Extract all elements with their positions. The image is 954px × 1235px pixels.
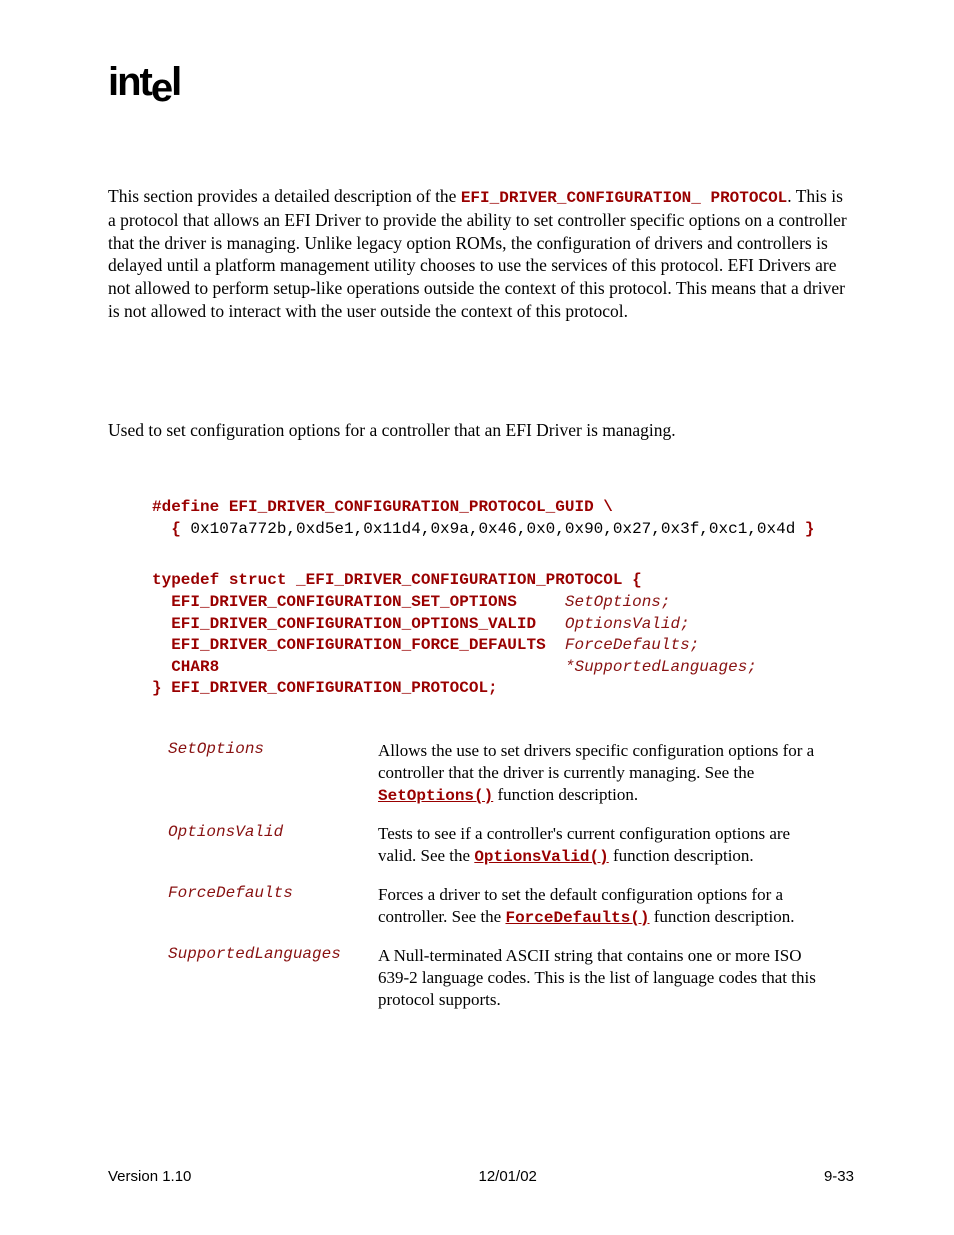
param-name: SupportedLanguages [168, 945, 378, 1011]
guid-block: #define EFI_DRIVER_CONFIGURATION_PROTOCO… [152, 497, 854, 540]
page-footer: Version 1.10 12/01/02 9-33 [108, 1168, 854, 1185]
param-table: SetOptions Allows the use to set drivers… [168, 740, 854, 1011]
footer-date: 12/01/02 [478, 1168, 536, 1185]
p2-post: function description. [609, 846, 754, 865]
intel-logo: intel [108, 60, 854, 105]
struct-block: typedef struct _EFI_DRIVER_CONFIGURATION… [152, 570, 854, 700]
footer-page: 9-33 [824, 1168, 854, 1185]
p3-link[interactable]: ForceDefaults() [505, 909, 649, 927]
f2-name: OptionsValid; [565, 615, 690, 633]
param-name: ForceDefaults [168, 884, 378, 929]
param-name: OptionsValid [168, 823, 378, 868]
param-desc: Forces a driver to set the default confi… [378, 884, 818, 929]
param-desc: Tests to see if a controller's current c… [378, 823, 818, 868]
f4-type: CHAR8 [152, 658, 565, 676]
intro-paragraph: This section provides a detailed descrip… [108, 185, 854, 323]
guid-body: 0x107a772b,0xd5e1,0x11d4,0x9a,0x46,0x0,0… [190, 520, 795, 538]
p1-link[interactable]: SetOptions() [378, 787, 493, 805]
p3-post: function description. [650, 907, 795, 926]
p1-post: function description. [493, 785, 638, 804]
guid-open: { [152, 520, 190, 538]
param-desc: A Null-terminated ASCII string that cont… [378, 945, 818, 1011]
footer-version: Version 1.10 [108, 1168, 191, 1185]
param-desc: Allows the use to set drivers specific c… [378, 740, 818, 807]
struct-open: typedef struct _EFI_DRIVER_CONFIGURATION… [152, 571, 642, 589]
summary-text: Used to set configuration options for a … [108, 419, 854, 442]
f3-name: ForceDefaults; [565, 636, 699, 654]
f1-name: SetOptions; [565, 593, 671, 611]
f1-type: EFI_DRIVER_CONFIGURATION_SET_OPTIONS [152, 593, 565, 611]
guid-line1: #define EFI_DRIVER_CONFIGURATION_PROTOCO… [152, 498, 613, 516]
param-row: OptionsValid Tests to see if a controlle… [168, 823, 854, 868]
f4-name: *SupportedLanguages; [565, 658, 757, 676]
f2-type: EFI_DRIVER_CONFIGURATION_OPTIONS_VALID [152, 615, 565, 633]
guid-close: } [795, 520, 814, 538]
param-row: SetOptions Allows the use to set drivers… [168, 740, 854, 807]
param-row: SupportedLanguages A Null-terminated ASC… [168, 945, 854, 1011]
struct-close: } EFI_DRIVER_CONFIGURATION_PROTOCOL; [152, 679, 498, 697]
p2-link[interactable]: OptionsValid() [474, 848, 608, 866]
intro-pre: This section provides a detailed descrip… [108, 186, 461, 206]
f3-type: EFI_DRIVER_CONFIGURATION_FORCE_DEFAULTS [152, 636, 565, 654]
param-row: ForceDefaults Forces a driver to set the… [168, 884, 854, 929]
param-name: SetOptions [168, 740, 378, 807]
p1-pre: Allows the use to set drivers specific c… [378, 741, 814, 782]
intro-code: EFI_DRIVER_CONFIGURATION_ PROTOCOL [461, 189, 787, 207]
